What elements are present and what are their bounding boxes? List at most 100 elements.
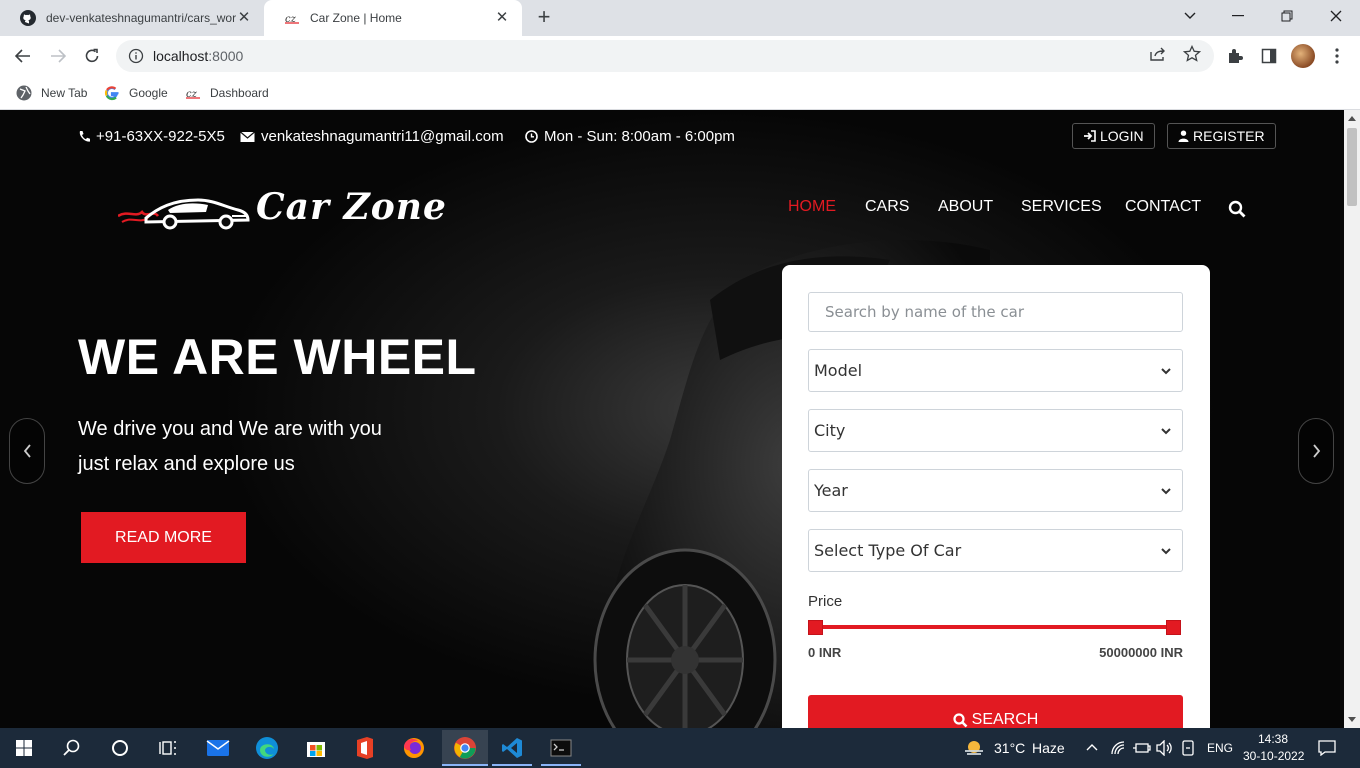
- search-button[interactable]: SEARCH: [808, 695, 1183, 728]
- close-tab-icon[interactable]: ✕: [494, 10, 510, 26]
- car-logo-icon: [118, 198, 250, 230]
- topbar-hours: Mon - Sun: 8:00am - 6:00pm: [525, 128, 735, 145]
- year-select[interactable]: Year: [808, 469, 1183, 512]
- clock-date[interactable]: 30-10-2022: [1243, 749, 1304, 763]
- price-label: Price: [808, 593, 843, 610]
- city-select[interactable]: City: [808, 409, 1183, 452]
- office-icon[interactable]: [345, 730, 385, 766]
- reload-button[interactable]: [80, 44, 104, 68]
- nav-contact[interactable]: CONTACT: [1125, 198, 1201, 216]
- read-more-button[interactable]: READ MORE: [81, 512, 246, 563]
- hours-text: Mon - Sun: 8:00am - 6:00pm: [544, 128, 735, 145]
- extensions-icon[interactable]: [1223, 44, 1247, 68]
- slider-next-button[interactable]: [1298, 418, 1334, 484]
- car-type-select[interactable]: Select Type Of Car: [808, 529, 1183, 572]
- restore-icon[interactable]: [1273, 4, 1301, 28]
- chevron-down-icon: [1161, 367, 1171, 374]
- login-button[interactable]: LOGIN: [1072, 123, 1155, 149]
- tab-title: dev-venkateshnagumantri/cars_wor: [46, 11, 236, 25]
- tab-search-chevron-icon[interactable]: [1176, 4, 1204, 28]
- network-icon[interactable]: [1110, 740, 1126, 756]
- price-max-value: 50000000 INR: [1099, 645, 1183, 660]
- car-name-search-input[interactable]: [808, 292, 1183, 332]
- browser-toolbar: localhost:8000: [0, 36, 1360, 76]
- github-icon: [20, 10, 36, 26]
- carzone-icon: cz: [185, 85, 201, 101]
- user-icon: [1178, 130, 1189, 142]
- new-tab-button[interactable]: +: [532, 6, 556, 30]
- chrome-taskbar-icon[interactable]: [442, 730, 488, 766]
- bookmark-label: New Tab: [41, 86, 88, 100]
- register-button[interactable]: REGISTER: [1167, 123, 1276, 149]
- back-button[interactable]: [11, 44, 35, 68]
- chevron-down-icon: [1161, 427, 1171, 434]
- clock-icon: [525, 130, 538, 143]
- tab-github[interactable]: dev-venkateshnagumantri/cars_wor ✕: [0, 0, 264, 36]
- hero-subtitle-line1: We drive you and We are with you: [78, 418, 382, 440]
- topbar-phone: +91-63XX-922-5X5: [78, 128, 225, 145]
- windows-taskbar: 31°C Haze ENG 14:38 30-10-2022: [0, 728, 1360, 768]
- weather-haze-icon[interactable]: [963, 739, 985, 757]
- mail-app-icon[interactable]: [198, 730, 238, 766]
- close-tab-icon[interactable]: ✕: [236, 10, 252, 26]
- price-max-handle[interactable]: [1166, 620, 1181, 635]
- bookmark-label: Dashboard: [210, 86, 269, 100]
- edge-browser-icon[interactable]: [247, 730, 287, 766]
- search-icon[interactable]: [1228, 200, 1246, 218]
- email-text: venkateshnagumantri11@gmail.com: [261, 128, 504, 145]
- forward-button[interactable]: [46, 44, 70, 68]
- phone-icon: [79, 131, 90, 142]
- menu-kebab-icon[interactable]: [1325, 44, 1349, 68]
- windows-start-icon[interactable]: [4, 730, 44, 766]
- bookmark-google[interactable]: Google: [104, 82, 168, 104]
- nav-cars[interactable]: CARS: [865, 198, 909, 216]
- chevron-up-icon[interactable]: [1086, 743, 1098, 751]
- address-bar[interactable]: localhost:8000: [116, 40, 1214, 72]
- device-icon[interactable]: [1181, 740, 1195, 756]
- battery-icon[interactable]: [1133, 741, 1151, 755]
- site-info-icon[interactable]: [128, 48, 144, 64]
- bookmark-star-icon[interactable]: [1182, 44, 1202, 64]
- firefox-icon[interactable]: [394, 730, 434, 766]
- notifications-icon[interactable]: [1318, 740, 1336, 756]
- price-range-track[interactable]: [815, 625, 1174, 629]
- bookmark-new-tab[interactable]: New Tab: [16, 82, 87, 104]
- scroll-down-icon[interactable]: [1348, 717, 1356, 722]
- clock-time[interactable]: 14:38: [1258, 732, 1288, 746]
- weather-description: Haze: [1032, 740, 1065, 756]
- bookmark-dashboard[interactable]: cz Dashboard: [185, 82, 269, 104]
- profile-avatar[interactable]: [1291, 44, 1315, 68]
- side-panel-icon[interactable]: [1257, 44, 1281, 68]
- scroll-up-icon[interactable]: [1348, 116, 1356, 121]
- terminal-icon[interactable]: [541, 730, 581, 766]
- minimize-icon[interactable]: [1224, 4, 1252, 28]
- task-view-icon[interactable]: [148, 730, 188, 766]
- car-search-form: Model City Year Select Type Of Car Price…: [782, 265, 1210, 728]
- tab-carzone[interactable]: cz Car Zone | Home ✕: [264, 0, 522, 36]
- vscode-icon[interactable]: [492, 730, 532, 766]
- volume-icon[interactable]: [1156, 740, 1174, 756]
- model-select[interactable]: Model: [808, 349, 1183, 392]
- hero-subtitle-line2: just relax and explore us: [78, 453, 295, 475]
- microsoft-store-icon[interactable]: [296, 730, 336, 766]
- city-select-value: City: [814, 421, 846, 440]
- share-icon[interactable]: [1148, 44, 1168, 64]
- car-type-select-value: Select Type Of Car: [814, 541, 962, 560]
- scroll-thumb[interactable]: [1347, 128, 1357, 206]
- slider-prev-button[interactable]: [9, 418, 45, 484]
- nav-about[interactable]: ABOUT: [938, 198, 993, 216]
- brand-logo[interactable]: Car Zone: [118, 182, 446, 232]
- price-min-handle[interactable]: [808, 620, 823, 635]
- topbar-email: venkateshnagumantri11@gmail.com: [240, 128, 504, 145]
- nav-services[interactable]: SERVICES: [1021, 198, 1102, 216]
- weather-temperature: 31°C: [994, 740, 1026, 756]
- car-name-input[interactable]: [809, 293, 1182, 331]
- page-scrollbar[interactable]: [1344, 110, 1360, 728]
- login-label: LOGIN: [1100, 128, 1144, 144]
- input-language[interactable]: ENG: [1207, 741, 1233, 755]
- page-viewport: +91-63XX-922-5X5 venkateshnagumantri11@g…: [0, 110, 1344, 728]
- taskbar-search-icon[interactable]: [52, 730, 92, 766]
- nav-home[interactable]: HOME: [788, 198, 836, 216]
- cortana-icon[interactable]: [100, 730, 140, 766]
- close-window-icon[interactable]: [1322, 4, 1350, 28]
